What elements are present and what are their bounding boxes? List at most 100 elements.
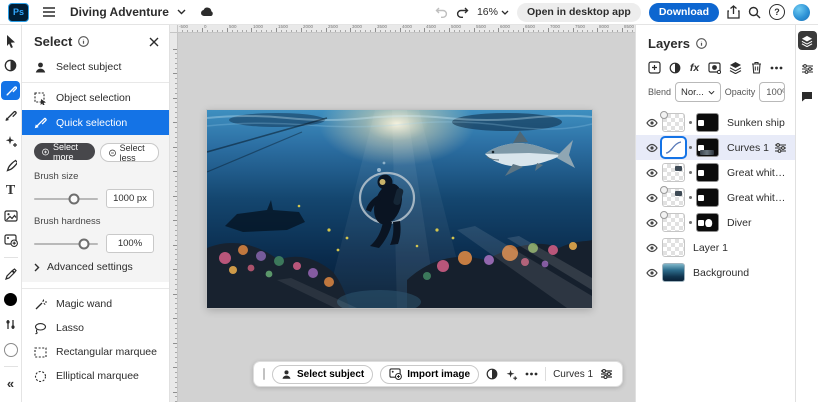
eyedropper-tool-icon[interactable] xyxy=(1,262,21,287)
adjustment-tool-icon[interactable] xyxy=(1,53,21,78)
chevron-down-icon[interactable] xyxy=(177,9,186,15)
layer-thumbnail[interactable] xyxy=(662,113,685,132)
layer-row-great-white-shark[interactable]: Great white shark xyxy=(636,185,795,210)
blend-mode-select[interactable]: Nor... xyxy=(675,82,721,102)
layer-row-diver[interactable]: Diver xyxy=(636,210,795,235)
eye-icon[interactable] xyxy=(646,218,658,228)
info-icon[interactable] xyxy=(78,36,89,47)
layer-settings-icon[interactable] xyxy=(774,142,787,154)
rectangular-marquee-item[interactable]: Rectangular marquee xyxy=(22,340,169,364)
type-tool-icon[interactable]: T xyxy=(1,178,21,203)
adjustment-icon[interactable] xyxy=(669,62,681,74)
artboard-image[interactable] xyxy=(207,110,592,308)
eye-icon[interactable] xyxy=(646,193,658,203)
select-subject-label: Select subject xyxy=(56,61,121,73)
swap-colors-icon[interactable] xyxy=(1,312,21,337)
layer-mask-thumbnail[interactable] xyxy=(696,113,719,132)
layer-thumbnail[interactable] xyxy=(662,138,685,157)
collapse-panel-icon[interactable]: « xyxy=(1,371,21,396)
select-subject-button[interactable]: Select subject xyxy=(272,365,373,384)
layer-mask-thumbnail[interactable] xyxy=(696,188,719,207)
layer-mask-thumbnail[interactable] xyxy=(696,213,719,232)
advanced-settings-toggle[interactable]: Advanced settings xyxy=(34,261,159,273)
photoshop-logo[interactable]: Ps xyxy=(8,3,29,22)
layer-mask-thumbnail[interactable] xyxy=(696,138,719,157)
more-icon[interactable] xyxy=(525,372,538,376)
layer-row-layer-1[interactable]: Layer 1 xyxy=(636,235,795,260)
undo-icon[interactable] xyxy=(435,7,448,18)
add-layer-icon[interactable] xyxy=(648,61,661,74)
move-tool-icon[interactable] xyxy=(1,28,21,53)
magic-wand-item[interactable]: Magic wand xyxy=(22,292,169,316)
select-less-button[interactable]: Select less xyxy=(100,143,159,162)
object-selection-item[interactable]: Object selection xyxy=(22,86,169,110)
brush-size-slider[interactable] xyxy=(34,198,98,200)
import-image-tool-icon[interactable] xyxy=(1,228,21,253)
layer-name: Layer 1 xyxy=(693,242,787,254)
adjustment-icon[interactable] xyxy=(486,368,498,380)
fx-icon[interactable]: fx xyxy=(690,62,699,74)
image-tool-icon[interactable] xyxy=(1,203,21,228)
quick-selection-item[interactable]: Quick selection xyxy=(22,110,169,135)
layer-properties-icon[interactable] xyxy=(600,368,613,380)
trash-icon[interactable] xyxy=(751,61,762,74)
brush-hardness-input[interactable]: 100% xyxy=(106,234,154,253)
brush-tool-icon[interactable] xyxy=(1,153,21,178)
canvas-area[interactable]: -500050010001500200025003000350040004500… xyxy=(170,25,635,402)
hamburger-icon[interactable] xyxy=(42,6,56,18)
avatar[interactable] xyxy=(793,4,810,21)
import-image-button[interactable]: Import image xyxy=(380,365,479,384)
quick-selection-tool-icon[interactable] xyxy=(1,81,20,100)
layer-thumbnail[interactable] xyxy=(662,213,685,232)
brush-hardness-slider-thumb[interactable] xyxy=(78,238,89,249)
cloud-icon[interactable] xyxy=(200,7,215,17)
select-more-button[interactable]: Select more xyxy=(34,143,95,160)
layers-tab-icon[interactable] xyxy=(798,31,817,50)
search-icon[interactable] xyxy=(748,6,761,19)
generative-icon[interactable] xyxy=(505,368,518,381)
redo-icon[interactable] xyxy=(456,7,469,18)
select-subject-item[interactable]: Select subject xyxy=(22,55,169,79)
download-button[interactable]: Download xyxy=(649,3,719,22)
help-icon[interactable]: ? xyxy=(769,4,785,20)
share-icon[interactable] xyxy=(727,5,740,19)
info-icon[interactable] xyxy=(696,38,707,49)
lasso-item[interactable]: Lasso xyxy=(22,316,169,340)
layer-thumbnail[interactable] xyxy=(662,188,685,207)
close-icon[interactable] xyxy=(149,37,159,47)
zoom-level-control[interactable]: 16% xyxy=(477,6,509,18)
document-title[interactable]: Diving Adventure xyxy=(70,5,169,19)
mask-icon[interactable] xyxy=(708,62,721,74)
open-in-desktop-button[interactable]: Open in desktop app xyxy=(517,3,641,22)
layer-mask-thumbnail[interactable] xyxy=(696,163,719,182)
eye-icon[interactable] xyxy=(646,168,658,178)
brush-size-slider-thumb[interactable] xyxy=(68,193,79,204)
generative-tool-icon[interactable] xyxy=(1,128,21,153)
brush-size-input[interactable]: 1000 px xyxy=(106,189,154,208)
more-icon[interactable] xyxy=(770,66,783,70)
brush-size-label: Brush size xyxy=(34,171,159,182)
eye-icon[interactable] xyxy=(646,268,658,278)
layer-row-sunken-ship[interactable]: Sunken ship xyxy=(636,110,795,135)
brush-hardness-slider[interactable] xyxy=(34,243,98,245)
layer-thumbnail[interactable] xyxy=(662,263,685,282)
eye-icon[interactable] xyxy=(646,118,658,128)
opacity-input[interactable]: 100% xyxy=(760,87,785,98)
eye-icon[interactable] xyxy=(646,243,658,253)
taskbar-drag-handle[interactable] xyxy=(263,368,265,380)
layer-thumbnail[interactable] xyxy=(662,163,685,182)
layers-panel: Layers fx xyxy=(635,25,795,402)
eye-icon[interactable] xyxy=(646,143,658,153)
comment-tab-icon[interactable] xyxy=(798,87,817,106)
stack-icon[interactable] xyxy=(729,61,742,74)
foreground-color-chip[interactable] xyxy=(1,287,21,312)
opacity-control[interactable]: 100% xyxy=(759,82,785,102)
elliptical-marquee-item[interactable]: Elliptical marquee xyxy=(22,364,169,388)
layer-row-background[interactable]: Background xyxy=(636,260,795,285)
background-color-chip[interactable] xyxy=(1,337,21,362)
healing-brush-tool-icon[interactable] xyxy=(1,103,21,128)
layer-thumbnail[interactable] xyxy=(662,238,685,257)
properties-tab-icon[interactable] xyxy=(798,59,817,78)
layer-row-curves-1[interactable]: Curves 1 xyxy=(636,135,795,160)
layer-row-great-white-shark-copy[interactable]: Great white shark co... xyxy=(636,160,795,185)
